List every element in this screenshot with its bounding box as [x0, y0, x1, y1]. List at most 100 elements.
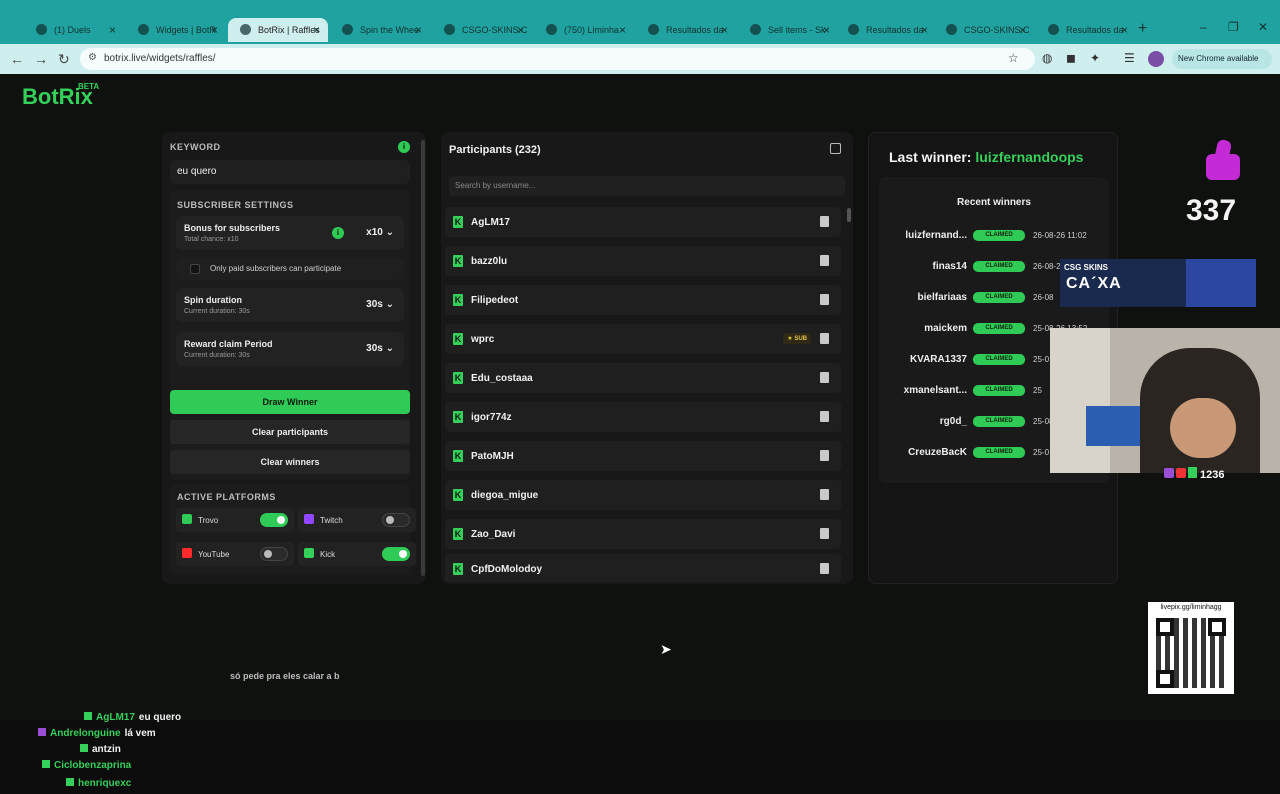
last-winner: Last winner: luizfernandoops — [889, 149, 1084, 165]
reading-list-icon[interactable]: ☰ — [1124, 51, 1135, 65]
spin-duration-row: Spin duration Current duration: 30s 30s … — [176, 288, 404, 322]
kick-icon — [80, 744, 88, 752]
claimed-badge: CLAIMED — [973, 416, 1025, 427]
trovo-icon — [182, 514, 192, 524]
bonus-info-icon[interactable]: i — [332, 227, 344, 239]
paid-only-checkbox[interactable] — [190, 264, 200, 274]
participant-row: K Zao_Davi — [445, 519, 841, 549]
reload-icon[interactable]: ↻ — [58, 51, 70, 68]
delete-icon[interactable] — [820, 489, 829, 500]
kick-icon: K — [453, 450, 463, 462]
delete-icon[interactable] — [820, 216, 829, 227]
close-window-icon[interactable]: ✕ — [1258, 20, 1268, 34]
tab-close-icon[interactable]: × — [619, 23, 626, 37]
minimize-icon[interactable]: – — [1200, 20, 1207, 34]
youtube-icon — [182, 548, 192, 558]
browser-tab[interactable]: Spin the Whee × — [330, 18, 430, 42]
info-icon[interactable]: i — [398, 141, 410, 153]
tab-favicon-icon — [648, 24, 659, 35]
new-tab-icon[interactable]: + — [1138, 20, 1147, 38]
paid-only-row[interactable]: Only paid subscribers can participate — [176, 258, 404, 280]
keyword-input[interactable]: eu quero — [170, 160, 410, 184]
browser-tab[interactable]: Sell items - Sk × — [738, 18, 838, 42]
participant-row: K AgLM17 — [445, 207, 841, 237]
tab-favicon-icon — [546, 24, 557, 35]
tab-close-icon[interactable]: × — [721, 23, 728, 37]
youtube-toggle[interactable] — [260, 547, 288, 561]
maximize-icon[interactable]: ❐ — [1228, 20, 1239, 34]
active-platforms-section: ACTIVE PLATFORMS Trovo Twitch YouTube Ki… — [170, 484, 416, 574]
browser-tab[interactable]: Resultados da × — [636, 18, 736, 42]
tab-close-icon[interactable]: × — [921, 23, 928, 37]
tab-close-icon[interactable]: × — [415, 23, 422, 37]
claim-period-select[interactable]: 30s ⌄ — [366, 343, 394, 354]
keyword-label: KEYWORD — [170, 142, 221, 152]
participants-scrollbar[interactable] — [847, 208, 851, 222]
claimed-badge: CLAIMED — [973, 354, 1025, 365]
browser-tab[interactable]: CSGO-SKINS.C × — [432, 18, 532, 42]
platform-youtube: YouTube — [176, 542, 294, 566]
like-counter: 337 — [1186, 194, 1237, 227]
tab-close-icon[interactable]: × — [1019, 23, 1026, 37]
chevron-down-icon: ⌄ — [385, 299, 394, 310]
botrix-logo[interactable]: BotRix BETA — [22, 82, 99, 110]
delete-icon[interactable] — [820, 372, 829, 383]
settings-scrollbar[interactable] — [421, 140, 425, 576]
copy-icon[interactable] — [830, 143, 841, 154]
participants-title: Participants (232) — [449, 144, 541, 156]
kick-icon: K — [453, 489, 463, 501]
browser-tab-active[interactable]: BotRix | Raffles × — [228, 18, 328, 42]
twitch-toggle[interactable] — [382, 513, 410, 527]
back-icon[interactable]: ← — [10, 51, 24, 67]
participant-row: Kbazz0lu — [445, 246, 841, 276]
extension-icon[interactable]: ◼ — [1066, 51, 1076, 65]
forward-icon[interactable]: → — [34, 51, 48, 67]
participant-row: K Filipedeot — [445, 285, 841, 315]
spin-duration-select[interactable]: 30s ⌄ — [366, 299, 394, 310]
tab-favicon-icon — [848, 24, 859, 35]
site-info-icon[interactable]: ⚙ — [88, 52, 97, 63]
profile-avatar[interactable] — [1148, 51, 1164, 67]
delete-icon[interactable] — [820, 294, 829, 305]
browser-tab[interactable]: Resultados da × — [836, 18, 936, 42]
tab-close-icon[interactable]: × — [823, 23, 830, 37]
extension-icon[interactable]: ◍ — [1042, 51, 1052, 65]
browser-tab[interactable]: Resultados da × — [1036, 18, 1136, 42]
browser-tab[interactable]: CSGO-SKINS.C × — [934, 18, 1034, 42]
trovo-toggle[interactable] — [260, 513, 288, 527]
chat-line: antzin — [80, 744, 121, 755]
platform-twitch: Twitch — [298, 508, 416, 532]
chrome-update-button[interactable]: New Chrome available — [1172, 49, 1272, 69]
delete-icon[interactable] — [820, 255, 829, 266]
clear-winners-button[interactable]: Clear winners — [170, 450, 410, 474]
delete-icon[interactable] — [820, 450, 829, 461]
browser-tab[interactable]: Widgets | BotR × — [126, 18, 226, 42]
draw-winner-button[interactable]: Draw Winner — [170, 390, 410, 414]
participant-row: Kdiegoa_migue — [445, 480, 841, 510]
browser-tab[interactable]: (1) Duels × — [24, 18, 124, 42]
url-input[interactable]: ⚙ botrix.live/widgets/raffles/ — [80, 48, 1035, 70]
delete-icon[interactable] — [820, 528, 829, 539]
delete-icon[interactable] — [820, 563, 829, 574]
clear-participants-button[interactable]: Clear participants — [170, 420, 410, 444]
kick-toggle[interactable] — [382, 547, 410, 561]
extensions-puzzle-icon[interactable]: ✦ — [1090, 51, 1100, 65]
tab-close-icon[interactable]: × — [1121, 23, 1128, 37]
kick-icon: K — [453, 333, 463, 345]
claim-period-row: Reward claim Period Current duration: 30… — [176, 332, 404, 366]
webcam-feed — [1050, 328, 1280, 473]
browser-tab[interactable]: (750) Liminha × — [534, 18, 634, 42]
tab-favicon-icon — [1048, 24, 1059, 35]
participants-panel: Participants (232) Search by username...… — [441, 132, 853, 584]
delete-icon[interactable] — [820, 411, 829, 422]
bonus-select[interactable]: x10 ⌄ — [366, 227, 394, 238]
chat-line: Andrelonguine lá vem — [38, 728, 156, 739]
bookmark-star-icon[interactable]: ☆ — [1008, 51, 1019, 65]
tab-close-icon[interactable]: × — [313, 23, 320, 37]
tab-close-icon[interactable]: × — [211, 23, 218, 37]
recent-winners-title: Recent winners — [957, 197, 1031, 208]
delete-icon[interactable] — [820, 333, 829, 344]
participant-search-input[interactable]: Search by username... — [449, 176, 845, 196]
tab-close-icon[interactable]: × — [517, 23, 524, 37]
tab-close-icon[interactable]: × — [109, 23, 116, 37]
